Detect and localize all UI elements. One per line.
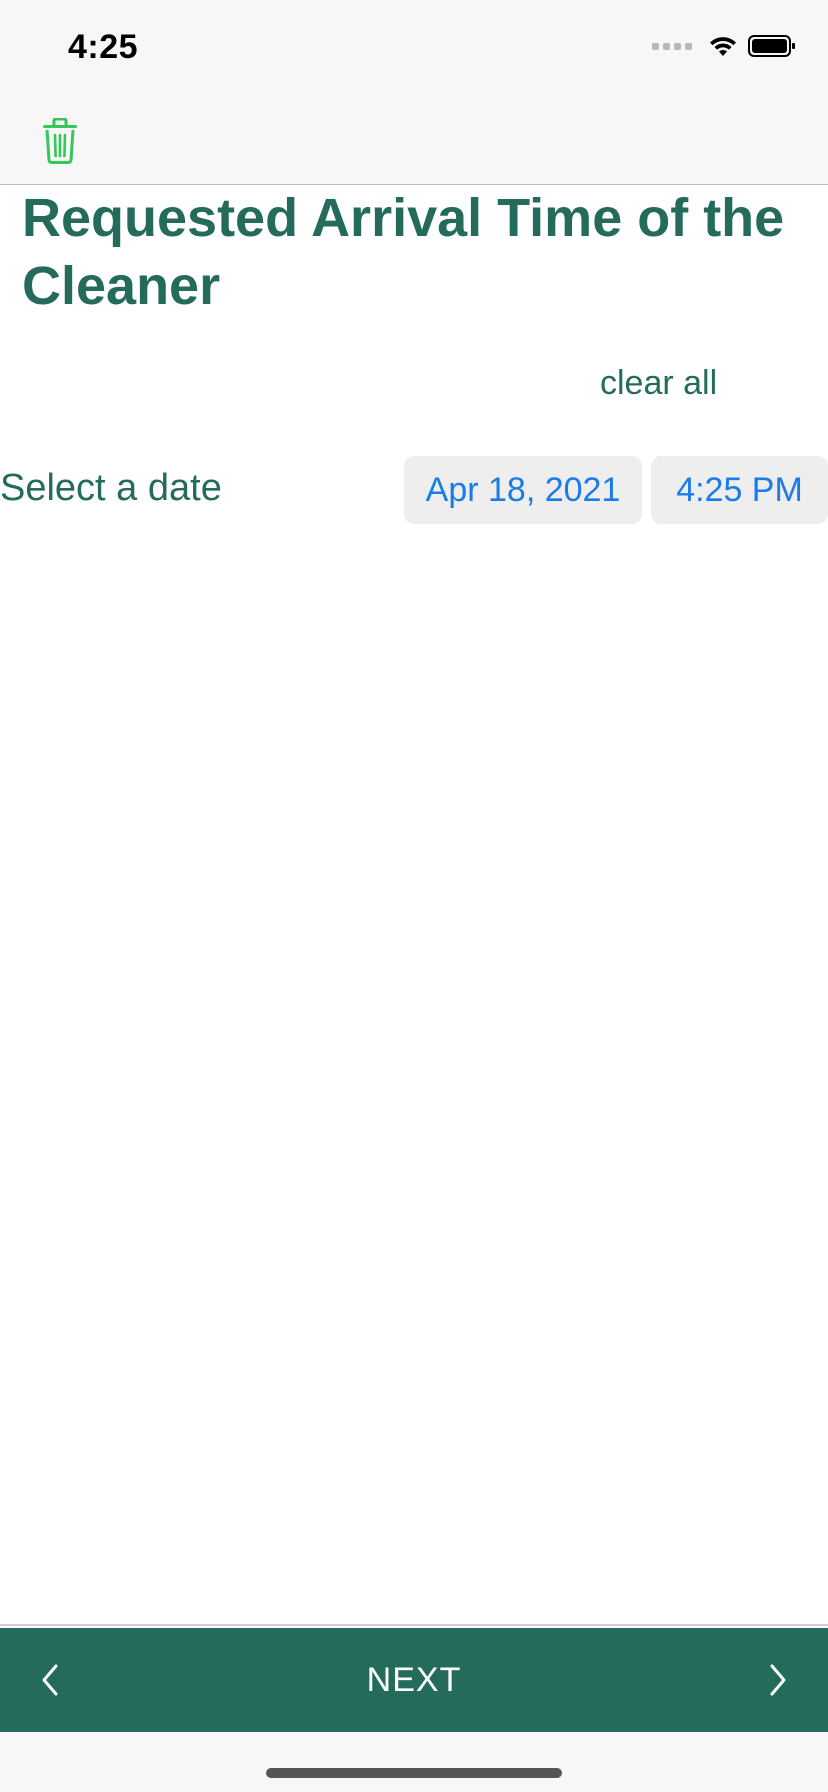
home-indicator[interactable] bbox=[266, 1768, 562, 1778]
top-bar: 4:25 bbox=[0, 0, 828, 185]
chevron-left-icon bbox=[42, 1664, 58, 1696]
select-date-label: Select a date bbox=[0, 467, 222, 509]
trash-icon bbox=[43, 117, 77, 164]
page-title: Requested Arrival Time of the Cleaner bbox=[22, 188, 785, 316]
next-button[interactable]: NEXT bbox=[0, 1628, 828, 1732]
bottom-nav-bar: NEXT bbox=[0, 1628, 828, 1732]
battery-icon bbox=[748, 35, 795, 57]
date-picker-button[interactable]: Apr 18, 2021 bbox=[404, 456, 642, 524]
status-time: 4:25 bbox=[68, 28, 139, 66]
previous-button[interactable] bbox=[0, 1628, 100, 1732]
home-area bbox=[0, 1732, 828, 1792]
wifi-icon bbox=[710, 37, 736, 56]
time-picker-button[interactable]: 4:25 PM bbox=[651, 456, 828, 524]
clear-all-button[interactable]: clear all bbox=[600, 364, 717, 403]
cellular-signal-icon bbox=[652, 42, 692, 50]
chevron-right-icon bbox=[770, 1664, 786, 1696]
status-icons bbox=[652, 34, 796, 58]
trash-button[interactable] bbox=[40, 117, 80, 164]
screen: 4:25 Requested Arrival Time of the Clean… bbox=[0, 0, 828, 1792]
next-arrow-button[interactable] bbox=[728, 1628, 828, 1732]
bottom-divider bbox=[0, 1624, 828, 1626]
